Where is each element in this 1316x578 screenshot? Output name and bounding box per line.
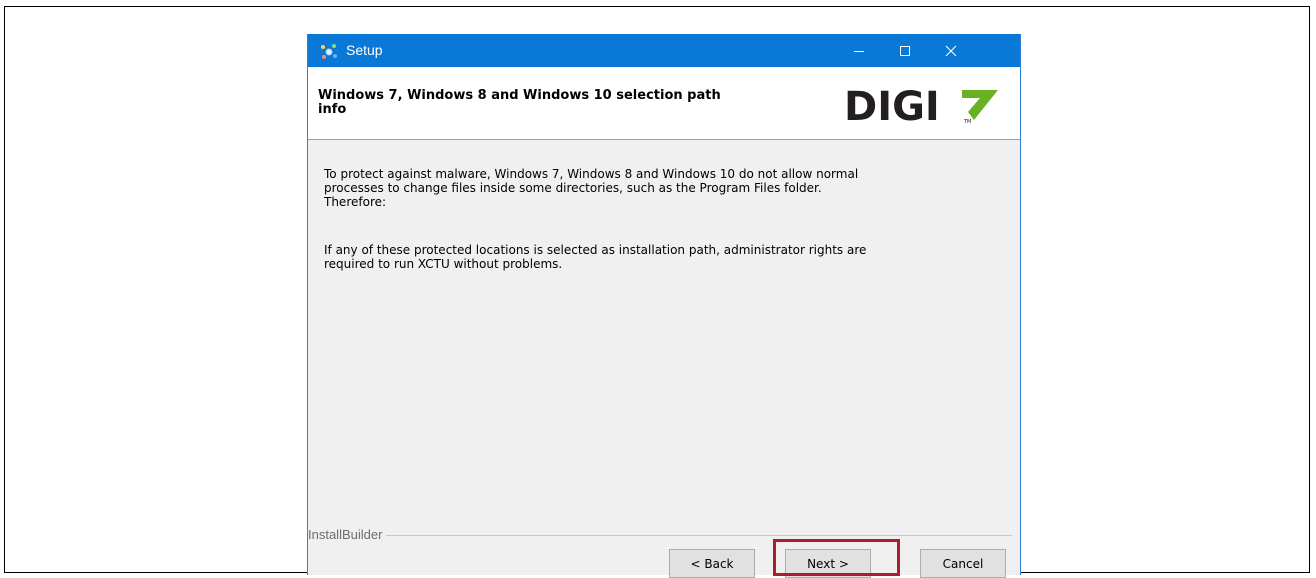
- wizard-content: To protect against malware, Windows 7, W…: [308, 140, 1020, 560]
- installbuilder-label: InstallBuilder: [308, 528, 387, 542]
- close-icon: [945, 45, 957, 56]
- minimize-button[interactable]: [836, 34, 882, 67]
- info-paragraph-2: If any of these protected locations is s…: [324, 243, 867, 271]
- logo-wordmark: DIGI: [844, 84, 940, 124]
- title-bar[interactable]: Setup: [308, 34, 1020, 67]
- close-button[interactable]: [928, 34, 974, 67]
- window-title: Setup: [346, 42, 383, 58]
- footer-divider: [308, 535, 1012, 536]
- setup-window: Setup Windows 7, Windows 8 and Windows 1…: [307, 34, 1021, 578]
- logo-chevron-icon: [962, 90, 998, 120]
- next-button-highlight: [773, 539, 900, 576]
- page-title: Windows 7, Windows 8 and Windows 10 sele…: [318, 88, 721, 117]
- minimize-icon: [854, 50, 864, 52]
- digi-logo: DIGI TM: [844, 84, 998, 124]
- back-button[interactable]: < Back: [669, 549, 755, 578]
- wizard-header: Windows 7, Windows 8 and Windows 10 sele…: [308, 67, 1020, 140]
- maximize-icon: [900, 45, 910, 56]
- cancel-button[interactable]: Cancel: [920, 549, 1006, 578]
- info-paragraph-1: To protect against malware, Windows 7, W…: [324, 167, 859, 209]
- logo-trademark: TM: [963, 119, 971, 124]
- installer-app-icon: [321, 44, 337, 59]
- maximize-button[interactable]: [882, 34, 928, 67]
